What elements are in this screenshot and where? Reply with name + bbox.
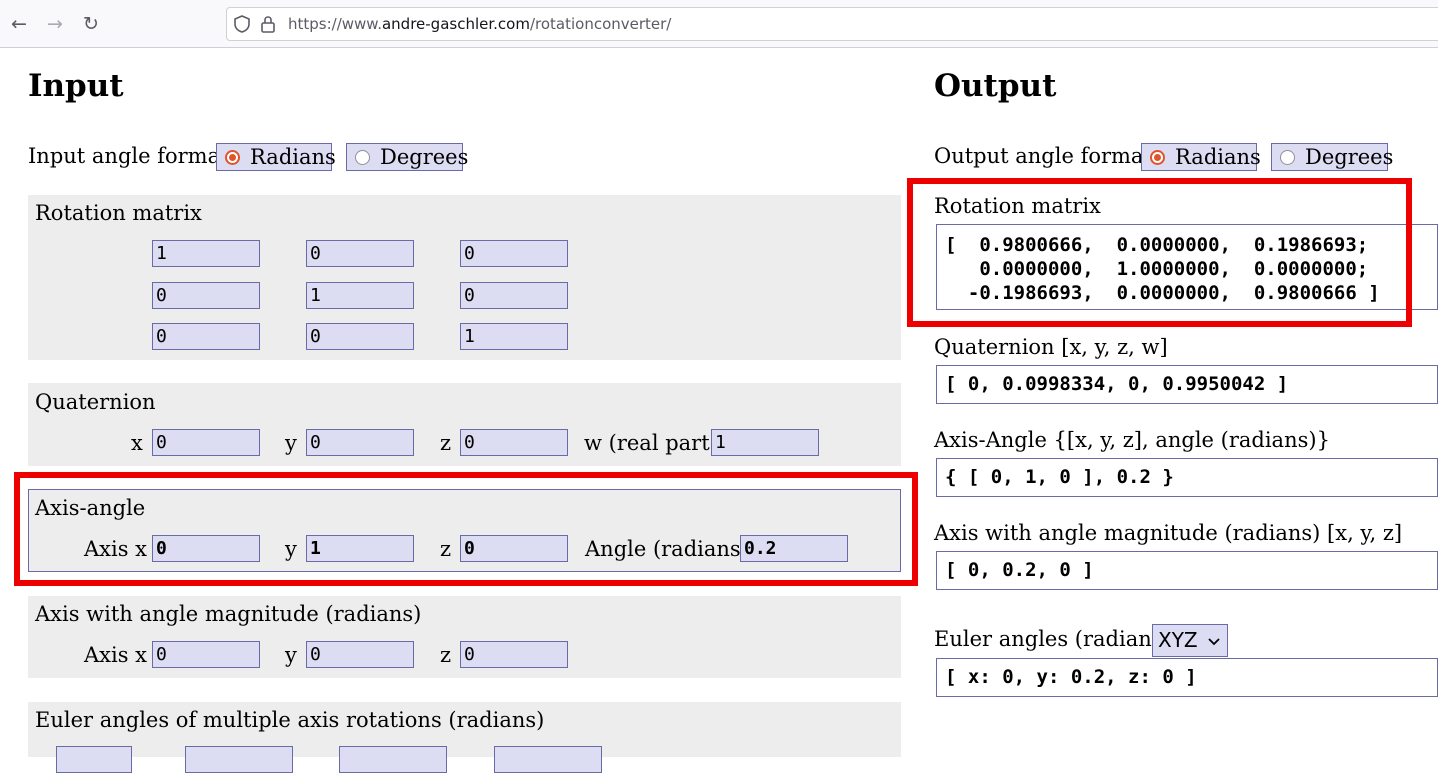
axis-magnitude-z-label: z [440, 643, 452, 667]
reload-button[interactable]: ↻ [78, 11, 104, 37]
output-degrees-label: Degrees [1305, 145, 1394, 169]
back-button[interactable]: ← [6, 11, 32, 37]
euler-multi-angle1-field[interactable] [185, 746, 293, 773]
output-angle-format-label: Output angle format [934, 144, 1152, 168]
axis-magnitude-y-field[interactable]: 0 [306, 641, 414, 668]
axis-magnitude-x-field[interactable]: 0 [152, 641, 260, 668]
quaternion-x-label: x [131, 431, 143, 455]
matrix-field-r2c3[interactable]: 0 [460, 282, 568, 309]
quaternion-y-field[interactable]: 0 [306, 429, 414, 456]
output-quaternion-title: Quaternion [x, y, z, w] [934, 335, 1168, 359]
euler-order-select[interactable]: XYZ [1152, 624, 1228, 657]
input-euler-multi-title: Euler angles of multiple axis rotations … [35, 708, 545, 732]
input-degrees-radio[interactable]: Degrees [346, 143, 468, 171]
axis-magnitude-y-label: y [285, 643, 297, 667]
output-quaternion-value[interactable]: [ 0, 0.0998334, 0, 0.9950042 ] [936, 365, 1438, 404]
output-axis-angle-title: Axis-Angle {[x, y, z], angle (radians)} [934, 428, 1330, 452]
euler-multi-order-select[interactable] [56, 746, 132, 773]
input-degrees-label: Degrees [380, 145, 469, 169]
axis-magnitude-z-field[interactable]: 0 [460, 641, 568, 668]
output-axis-angle-value[interactable]: { [ 0, 1, 0 ], 0.2 } [936, 458, 1438, 497]
back-arrow-icon: ← [11, 13, 27, 35]
output-axis-magnitude-title: Axis with angle magnitude (radians) [x, … [934, 521, 1403, 545]
radio-checked-icon[interactable] [1150, 149, 1165, 165]
radio-unchecked-icon[interactable] [355, 149, 370, 165]
matrix-field-r2c1[interactable]: 0 [152, 282, 260, 309]
output-heading: Output [934, 68, 1057, 104]
forward-button[interactable]: → [42, 11, 68, 37]
url-path: /rotationconverter/ [529, 15, 672, 33]
output-radians-radio[interactable]: Radians [1141, 143, 1261, 171]
quaternion-y-label: y [285, 431, 297, 455]
lock-icon[interactable] [258, 14, 278, 34]
input-rotation-matrix-title: Rotation matrix [35, 201, 202, 225]
quaternion-w-field[interactable]: 1 [711, 429, 819, 456]
quaternion-z-label: z [440, 431, 452, 455]
matrix-field-r1c3[interactable]: 0 [460, 240, 568, 267]
matrix-field-r3c3[interactable]: 1 [460, 323, 568, 350]
url-prefix: https://www. [288, 15, 382, 33]
radio-checked-icon[interactable] [225, 149, 240, 165]
highlight-box-rotation-matrix [907, 178, 1412, 327]
url-text[interactable]: https://www.andre-gaschler.com/rotationc… [288, 15, 671, 33]
input-quaternion-title: Quaternion [35, 390, 156, 414]
quaternion-x-field[interactable]: 0 [152, 429, 260, 456]
input-radians-label: Radians [250, 145, 336, 169]
matrix-field-r1c2[interactable]: 0 [306, 240, 414, 267]
shield-icon[interactable] [232, 14, 252, 34]
reload-icon: ↻ [83, 13, 99, 35]
input-axis-magnitude-title: Axis with angle magnitude (radians) [35, 602, 422, 626]
radio-unchecked-icon[interactable] [1280, 149, 1295, 165]
matrix-field-r3c1[interactable]: 0 [152, 323, 260, 350]
output-euler-value[interactable]: [ x: 0, y: 0.2, z: 0 ] [936, 658, 1438, 697]
output-degrees-radio[interactable]: Degrees [1271, 143, 1393, 171]
input-heading: Input [28, 68, 124, 104]
chevron-down-icon [1208, 638, 1220, 646]
axis-magnitude-x-label: Axis x [84, 643, 148, 667]
matrix-field-r1c1[interactable]: 1 [152, 240, 260, 267]
output-radians-label: Radians [1175, 145, 1261, 169]
matrix-field-r2c2[interactable]: 1 [306, 282, 414, 309]
quaternion-z-field[interactable]: 0 [460, 429, 568, 456]
highlight-box-axis-angle [14, 472, 918, 586]
matrix-field-r3c2[interactable]: 0 [306, 323, 414, 350]
euler-multi-angle2-field[interactable] [339, 746, 447, 773]
output-euler-title: Euler angles (radians) [934, 627, 1171, 651]
quaternion-w-label: w (real part) [584, 431, 718, 455]
euler-multi-angle3-field[interactable] [494, 746, 602, 773]
output-axis-magnitude-value[interactable]: [ 0, 0.2, 0 ] [936, 551, 1438, 590]
euler-order-value: XYZ [1158, 628, 1198, 652]
input-radians-radio[interactable]: Radians [216, 143, 336, 171]
input-angle-format-label: Input angle format [28, 144, 229, 168]
forward-arrow-icon: → [47, 13, 63, 35]
url-host: andre-gaschler.com [381, 15, 530, 33]
